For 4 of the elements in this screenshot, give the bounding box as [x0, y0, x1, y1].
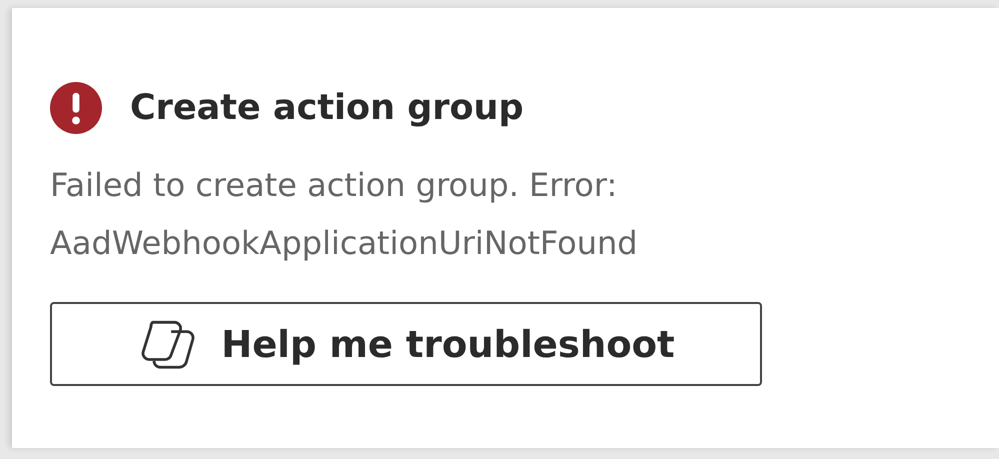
notification-title: Create action group [130, 88, 524, 128]
error-message: Failed to create action group. Error: [50, 165, 618, 206]
error-message: AadWebhookApplicationUriNotFound [50, 223, 639, 264]
troubleshoot-button[interactable]: Help me troubleshoot [50, 302, 762, 386]
